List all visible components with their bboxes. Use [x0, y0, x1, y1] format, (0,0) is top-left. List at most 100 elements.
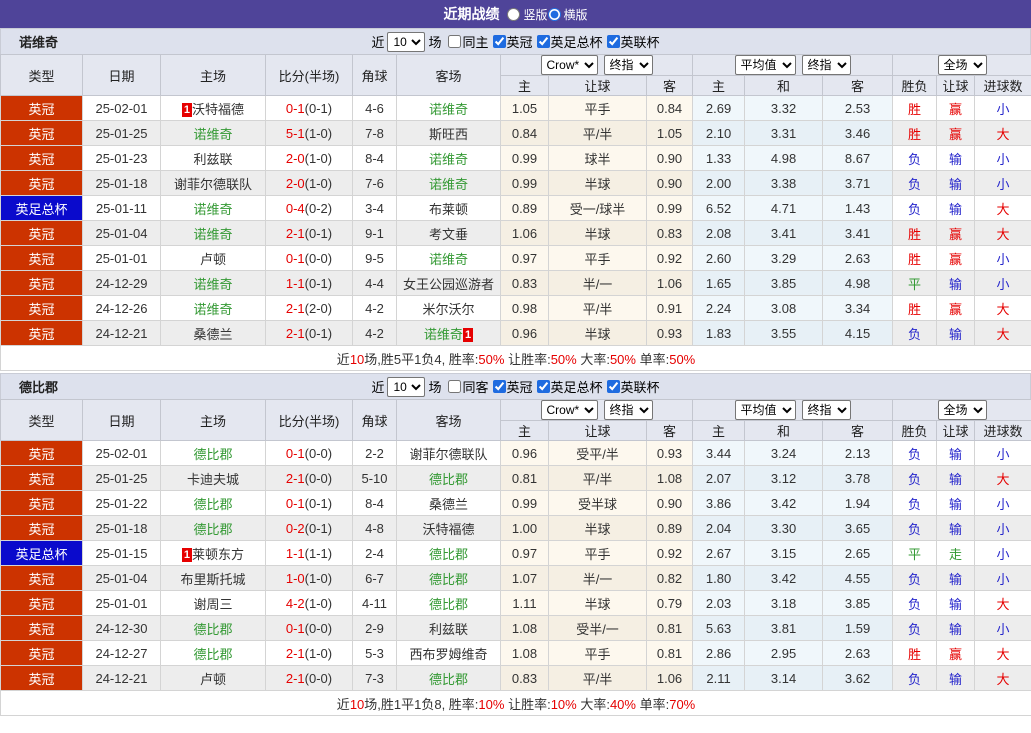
filter-checkbox-input[interactable]	[448, 380, 462, 393]
fulltime-score: 2-1	[285, 225, 305, 241]
final-odds-select-2[interactable]: 终指	[801, 55, 851, 75]
final-odds-select[interactable]: 终指	[603, 400, 653, 420]
filter-checkbox-英足总杯[interactable]: 英足总杯	[536, 377, 603, 396]
europe-odds-group: 平均值 终指	[692, 54, 894, 76]
away-team-cell: 德比郡	[396, 565, 501, 591]
match-count-select[interactable]: 10	[387, 376, 426, 397]
filter-checkbox-英联杯[interactable]: 英联杯	[606, 32, 660, 51]
avg-home-odds-cell: 2.07	[692, 465, 746, 491]
final-odds-select-2[interactable]: 终指	[801, 400, 851, 420]
near-label: 近	[371, 380, 385, 395]
handicap-home-odds-cell: 0.83	[500, 665, 549, 691]
filter-checkbox-英足总杯[interactable]: 英足总杯	[536, 32, 603, 51]
handicap-away-odds-cell: 0.90	[645, 490, 694, 516]
handicap-line-cell: 平/半	[548, 120, 647, 146]
layout-radio-horizontal[interactable]: 横版	[547, 6, 588, 23]
average-select[interactable]: 平均值	[734, 55, 796, 75]
competition-type-cell: 英冠	[0, 245, 83, 271]
summary-value: 10%	[550, 696, 577, 712]
layout-radio-group: 竖版 横版	[507, 6, 588, 23]
avg-draw-odds-cell: 3.41	[744, 220, 824, 246]
team-name: 考文垂	[428, 226, 468, 242]
avg-away-odds-cell: 2.63	[822, 640, 894, 666]
avg-away-odds-cell: 3.71	[822, 170, 894, 196]
final-odds-select[interactable]: 终指	[603, 55, 653, 75]
average-select[interactable]: 平均值	[734, 400, 796, 420]
filter-checkbox-input[interactable]	[448, 35, 462, 48]
col-home: 主场	[160, 399, 266, 441]
unit-label: 场	[428, 380, 442, 395]
corner-cell: 2-9	[352, 615, 397, 641]
date-cell: 25-01-18	[82, 170, 161, 196]
handicap-away-odds-cell: 0.90	[645, 145, 694, 171]
goals-result-cell: 小	[974, 170, 1031, 196]
summary-label: 场,胜1平1负8, 胜率:	[364, 696, 479, 712]
handicap-result-cell: 输	[936, 320, 976, 346]
bookmaker-select[interactable]: Crow*	[540, 55, 598, 75]
filter-checkbox-英冠[interactable]: 英冠	[492, 377, 533, 396]
score-cell: 2-1(0-0)	[265, 465, 353, 491]
handicap-result-cell: 输	[936, 145, 976, 171]
filter-checkbox-input[interactable]	[606, 35, 620, 48]
winlose-result-cell: 胜	[892, 120, 938, 146]
avg-away-odds-cell: 3.85	[822, 590, 894, 616]
goals-result-cell: 大	[974, 665, 1031, 691]
handicap-away-odds-cell: 1.06	[645, 665, 694, 691]
date-cell: 25-01-01	[82, 245, 161, 271]
top-bar: 近期战绩 竖版 横版	[0, 0, 1031, 28]
winlose-result-cell: 负	[892, 320, 938, 346]
winlose-result-cell: 负	[892, 170, 938, 196]
date-cell: 25-01-15	[82, 540, 161, 566]
avg-away-odds-cell: 3.78	[822, 465, 894, 491]
filter-checkbox-input[interactable]	[606, 380, 620, 393]
filter-checkbox-同主[interactable]: 同主	[448, 32, 489, 51]
filter-checkbox-input[interactable]	[536, 380, 550, 393]
filter-checkbox-同客[interactable]: 同客	[448, 377, 489, 396]
bookmaker-select[interactable]: Crow*	[540, 400, 598, 420]
fulltime-select[interactable]: 全场	[937, 55, 987, 75]
home-team-cell: 卡迪夫城	[160, 465, 266, 491]
competition-type-cell: 英冠	[0, 490, 83, 516]
halftime-score: (1-0)	[304, 645, 333, 661]
winlose-result-cell: 负	[892, 195, 938, 221]
handicap-line-cell: 半/一	[548, 270, 647, 296]
date-cell: 24-12-21	[82, 665, 161, 691]
match-row: 英冠 25-01-04 诺维奇 2-1(0-1) 9-1 考文垂 1.06 半球 0.83 2.0…	[0, 220, 1031, 246]
filter-checkbox-label: 英联杯	[620, 35, 660, 50]
handicap-away-odds-cell: 0.93	[645, 440, 694, 466]
filter-checkbox-英冠[interactable]: 英冠	[492, 32, 533, 51]
handicap-home-odds-cell: 0.99	[500, 145, 549, 171]
col-avg-draw: 和	[744, 420, 824, 441]
team-name: 诺维奇	[428, 151, 468, 167]
layout-radio-input[interactable]	[507, 7, 521, 21]
col-odds-handicap: 让球	[548, 420, 647, 441]
competition-type-cell: 英冠	[0, 295, 83, 321]
europe-odds-group: 平均值 终指	[692, 399, 894, 421]
layout-radio-vertical[interactable]: 竖版	[507, 6, 548, 23]
home-team-cell: 谢周三	[160, 590, 266, 616]
summary-label: 单率:	[635, 351, 670, 367]
filter-checkbox-input[interactable]	[536, 35, 550, 48]
filter-checkbox-input[interactable]	[492, 380, 506, 393]
winlose-result-cell: 负	[892, 145, 938, 171]
competition-type-cell: 英冠	[0, 270, 83, 296]
match-count-select[interactable]: 10	[387, 31, 426, 52]
layout-radio-input[interactable]	[547, 7, 561, 21]
score-cell: 0-1(0-0)	[265, 245, 353, 271]
filter-checkbox-input[interactable]	[492, 35, 506, 48]
winlose-result-cell: 负	[892, 590, 938, 616]
filter-checkbox-英联杯[interactable]: 英联杯	[606, 377, 660, 396]
col-result-goals: 进球数	[974, 420, 1031, 441]
handicap-result-cell: 输	[936, 465, 976, 491]
handicap-home-odds-cell: 1.11	[500, 590, 549, 616]
handicap-result-cell: 赢	[936, 120, 976, 146]
avg-draw-odds-cell: 3.30	[744, 515, 824, 541]
league-filter-group: 同主 英冠 英足总杯 英联杯	[444, 32, 660, 51]
filter-checkbox-label: 同客	[462, 380, 489, 395]
goals-result-cell: 大	[974, 465, 1031, 491]
handicap-away-odds-cell: 0.90	[645, 170, 694, 196]
team-name: 西布罗姆维奇	[409, 646, 488, 662]
away-team-cell: 西布罗姆维奇	[396, 640, 501, 666]
match-row: 英冠 25-01-18 谢菲尔德联队 2-0(1-0) 7-6 诺维奇 0.99 半球 0.90…	[0, 170, 1031, 196]
fulltime-select[interactable]: 全场	[937, 400, 987, 420]
